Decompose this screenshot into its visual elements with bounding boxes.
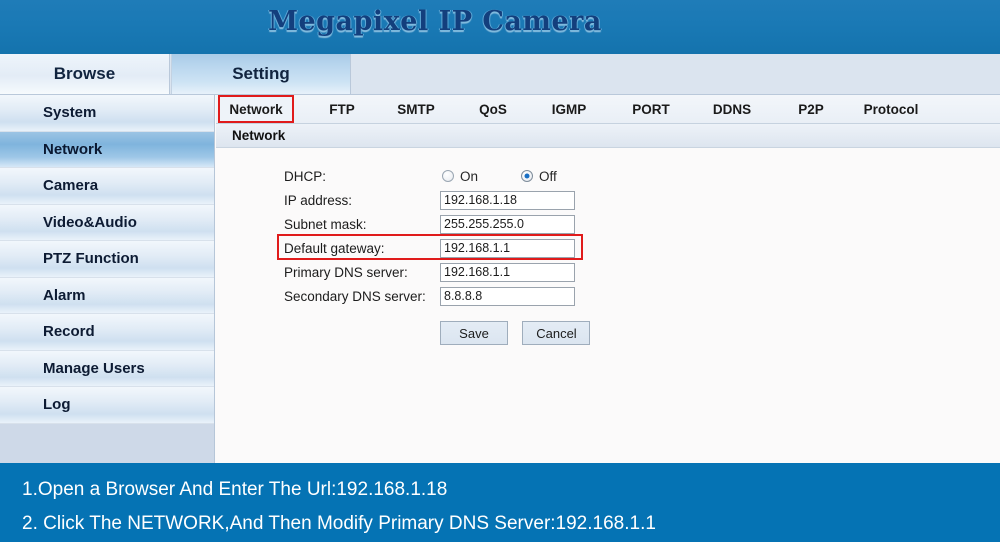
primary-dns-input[interactable] [440, 262, 575, 282]
sidebar-item-label: Camera [43, 177, 99, 195]
tab-protocol[interactable]: Protocol [854, 95, 928, 123]
dhcp-off-label: Off [539, 168, 557, 184]
form-row-ip-address: IP address: [216, 189, 1000, 211]
sidebar-item-manage-users[interactable]: Manage Users [0, 350, 214, 387]
top-tab-bar: Browse Setting [0, 54, 1000, 95]
form-row-secondary-dns: Secondary DNS server: [216, 285, 1000, 307]
cancel-button[interactable]: Cancel [522, 321, 591, 345]
secondary-dns-label: Secondary DNS server: [284, 288, 426, 304]
default-gateway-label: Default gateway: [284, 240, 385, 256]
sidebar-item-label: Manage Users [43, 359, 145, 377]
form-row-default-gateway: Default gateway: [216, 237, 1000, 259]
tab-ddns[interactable]: DDNS [700, 95, 764, 123]
dhcp-label: DHCP: [284, 168, 327, 184]
sidebar-item-label: Log [43, 396, 71, 414]
form-row-subnet-mask: Subnet mask: [216, 213, 1000, 235]
sidebar-item-label: Alarm [43, 286, 86, 304]
dhcp-radio-on[interactable]: On [442, 169, 478, 184]
sidebar: System Network Camera Video&Audio PTZ Fu… [0, 95, 215, 463]
sidebar-item-alarm[interactable]: Alarm [0, 277, 214, 314]
sidebar-item-ptz-function[interactable]: PTZ Function [0, 241, 214, 278]
tab-qos[interactable]: QoS [464, 95, 522, 123]
sidebar-item-record[interactable]: Record [0, 314, 214, 351]
tab-setting-label: Setting [232, 64, 290, 83]
main-panel: Network FTP SMTP QoS IGMP PORT DDNS P2P … [216, 95, 1000, 463]
sidebar-item-label: Network [43, 140, 103, 158]
settings-tab-strip: Network FTP SMTP QoS IGMP PORT DDNS P2P … [216, 95, 1000, 124]
sidebar-item-camera[interactable]: Camera [0, 168, 214, 205]
tab-label: QoS [479, 101, 507, 117]
sidebar-item-video-audio[interactable]: Video&Audio [0, 204, 214, 241]
tab-browse-label: Browse [53, 64, 116, 83]
tab-label: FTP [329, 101, 355, 117]
primary-dns-label: Primary DNS server: [284, 264, 408, 280]
app-title: Megapixel IP Camera [268, 6, 602, 37]
radio-indicator-off-state [442, 170, 454, 182]
tab-label: PORT [632, 101, 670, 117]
ip-address-input[interactable] [440, 190, 575, 210]
ip-address-label: IP address: [284, 192, 353, 208]
dhcp-radio-off[interactable]: Off [521, 169, 557, 184]
sidebar-item-log[interactable]: Log [0, 387, 214, 424]
secondary-dns-input[interactable] [440, 286, 575, 306]
form-row-dhcp: DHCP: On Off [216, 165, 1000, 187]
tab-label: P2P [798, 101, 824, 117]
sidebar-item-label: Video&Audio [43, 213, 137, 231]
tab-browse[interactable]: Browse [0, 54, 170, 94]
tab-network[interactable]: Network [218, 95, 294, 123]
network-settings-form: DHCP: On Off IP address: Subnet mask: [216, 148, 1000, 345]
sidebar-item-system[interactable]: System [0, 95, 214, 132]
app-header: Megapixel IP Camera [0, 0, 1000, 54]
dhcp-on-label: On [460, 168, 479, 184]
tab-p2p[interactable]: P2P [784, 95, 838, 123]
tab-igmp[interactable]: IGMP [537, 95, 601, 123]
tab-label: Network [229, 101, 283, 117]
section-title-bar: Network [216, 124, 1000, 148]
tab-label: Protocol [863, 101, 919, 117]
default-gateway-input[interactable] [440, 238, 575, 258]
instruction-line-2: 2. Click The NETWORK,And Then Modify Pri… [22, 513, 656, 534]
radio-indicator-selected [521, 170, 533, 182]
instruction-line-1: 1.Open a Browser And Enter The Url:192.1… [22, 479, 448, 500]
tab-label: IGMP [551, 101, 587, 117]
tab-label: DDNS [712, 101, 752, 117]
subnet-mask-label: Subnet mask: [284, 216, 367, 232]
tab-setting[interactable]: Setting [171, 54, 351, 94]
instruction-banner: 1.Open a Browser And Enter The Url:192.1… [0, 463, 1000, 542]
save-button[interactable]: Save [440, 321, 508, 345]
sidebar-item-label: System [43, 104, 97, 122]
subnet-mask-input[interactable] [440, 214, 575, 234]
sidebar-item-label: PTZ Function [43, 250, 139, 268]
form-button-row: Save Cancel [216, 321, 1000, 345]
tab-smtp[interactable]: SMTP [384, 95, 448, 123]
tab-ftp[interactable]: FTP [314, 95, 370, 123]
sidebar-item-label: Record [43, 323, 95, 341]
tab-label: SMTP [397, 101, 435, 117]
section-title: Network [232, 128, 286, 143]
tab-port[interactable]: PORT [620, 95, 682, 123]
camera-config-page: Megapixel IP Camera Browse Setting Syste… [0, 0, 1000, 542]
form-row-primary-dns: Primary DNS server: [216, 261, 1000, 283]
sidebar-item-network[interactable]: Network [0, 131, 214, 168]
